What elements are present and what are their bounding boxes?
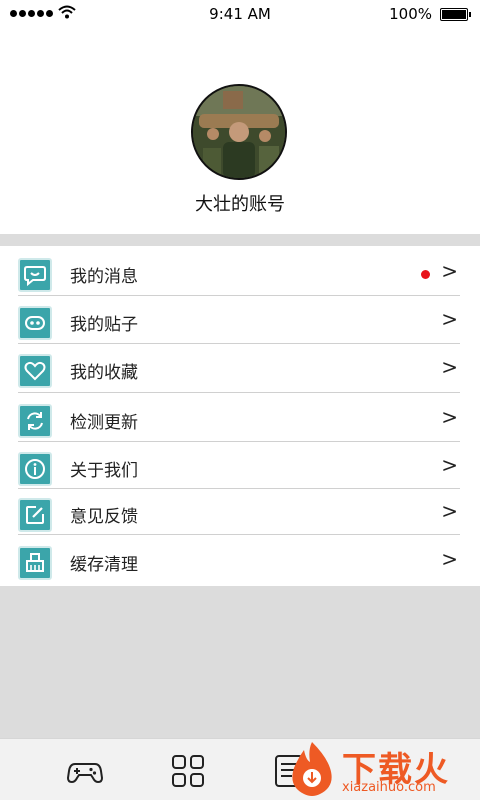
info-icon	[18, 452, 52, 486]
gamepad-icon	[66, 763, 104, 784]
username: 大壮的账号	[195, 194, 285, 215]
watermark: 下载火 xiazaihuo.com	[280, 736, 480, 800]
chevron-right-icon: >	[441, 405, 458, 429]
profile-header: 大壮的账号	[0, 28, 480, 234]
menu-item-about[interactable]: 关于我们 >	[0, 442, 480, 490]
chevron-right-icon: >	[441, 547, 458, 571]
battery-icon	[440, 8, 471, 21]
refresh-icon	[18, 404, 52, 438]
menu-item-clear-cache[interactable]: 缓存清理 >	[0, 536, 480, 584]
unread-dot	[421, 270, 430, 279]
menu-item-label: 缓存清理	[70, 555, 138, 575]
menu-item-label: 我的贴子	[70, 315, 138, 335]
menu-item-messages[interactable]: 我的消息 >	[0, 248, 480, 296]
chevron-right-icon: >	[441, 499, 458, 523]
menu-item-label: 关于我们	[70, 461, 138, 481]
empty-area	[0, 586, 480, 738]
broom-icon	[18, 546, 52, 580]
watermark-url: xiazaihuo.com	[342, 780, 436, 795]
tab-apps[interactable]	[170, 753, 206, 789]
avatar-photo-icon	[193, 86, 285, 178]
chevron-right-icon: >	[441, 259, 458, 283]
divider	[18, 534, 460, 535]
avatar[interactable]	[191, 84, 287, 180]
chevron-right-icon: >	[441, 355, 458, 379]
flame-logo-icon	[292, 742, 332, 796]
battery-percentage: 100%	[389, 5, 432, 23]
edit-icon	[18, 498, 52, 532]
section-separator	[0, 234, 480, 246]
menu-item-label: 我的消息	[70, 267, 138, 287]
menu-item-label: 检测更新	[70, 413, 138, 433]
menu-item-label: 我的收藏	[70, 363, 138, 383]
menu-item-label: 意见反馈	[70, 507, 138, 527]
grid-icon	[172, 755, 204, 787]
menu-item-feedback[interactable]: 意见反馈 >	[0, 488, 480, 536]
message-bubble-icon	[18, 258, 52, 292]
menu-item-posts[interactable]: 我的贴子 >	[0, 296, 480, 344]
menu-item-check-update[interactable]: 检测更新 >	[0, 394, 480, 442]
chevron-right-icon: >	[441, 453, 458, 477]
settings-menu: 我的消息 > 我的贴子 > 我的收藏 > 检测更新 > 关于我们 > 意见反馈 …	[0, 246, 480, 586]
chevron-right-icon: >	[441, 307, 458, 331]
tab-games[interactable]	[66, 753, 104, 789]
status-bar: 9:41 AM 100%	[0, 0, 480, 28]
menu-item-favorites[interactable]: 我的收藏 >	[0, 344, 480, 392]
divider	[18, 392, 460, 393]
posts-icon	[18, 306, 52, 340]
heart-icon	[18, 354, 52, 388]
